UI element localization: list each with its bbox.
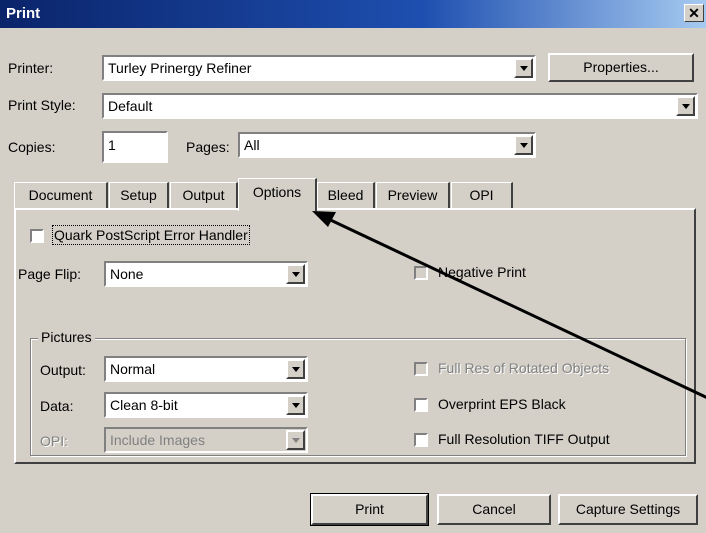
- print-style-label: Print Style:: [8, 97, 76, 113]
- print-label: Print: [355, 501, 384, 517]
- close-icon: ✕: [688, 5, 700, 21]
- tab-label: Bleed: [327, 187, 364, 203]
- tab-label: Setup: [120, 187, 157, 203]
- output-select[interactable]: Normal: [104, 356, 308, 382]
- print-dialog: Print ✕ Printer: Turley Prinergy Refiner…: [0, 0, 706, 533]
- full-res-rotated-checkbox: [414, 362, 428, 376]
- full-res-rotated-label: Full Res of Rotated Objects: [438, 360, 610, 376]
- overprint-eps-black-label: Overprint EPS Black: [438, 396, 566, 412]
- chevron-down-icon[interactable]: [286, 264, 305, 284]
- capture-settings-label: Capture Settings: [575, 501, 681, 517]
- page-flip-label: Page Flip:: [18, 266, 82, 282]
- printer-select[interactable]: Turley Prinergy Refiner: [102, 55, 536, 81]
- opi-label: OPI:: [40, 433, 69, 449]
- title-bar[interactable]: Print ✕: [0, 0, 706, 28]
- properties-button[interactable]: Properties...: [548, 53, 694, 82]
- tab-preview[interactable]: Preview: [376, 182, 450, 210]
- print-style-select[interactable]: Default: [102, 93, 698, 119]
- cancel-label: Cancel: [472, 501, 516, 517]
- tab-output[interactable]: Output: [170, 182, 238, 210]
- tab-label: OPI: [469, 187, 494, 203]
- pages-select[interactable]: All: [238, 132, 536, 158]
- tab-setup[interactable]: Setup: [109, 182, 169, 210]
- chevron-down-icon[interactable]: [676, 96, 695, 116]
- close-button[interactable]: ✕: [684, 4, 704, 22]
- chevron-down-icon: [286, 430, 305, 450]
- pages-label: Pages:: [186, 139, 230, 155]
- copies-input[interactable]: 1: [102, 131, 168, 163]
- tab-label: Preview: [387, 187, 438, 203]
- copies-value: 1: [108, 137, 116, 153]
- printer-label: Printer:: [8, 60, 54, 76]
- cancel-button[interactable]: Cancel: [437, 494, 551, 525]
- full-res-tiff-label: Full Resolution TIFF Output: [438, 431, 610, 447]
- chevron-down-icon[interactable]: [514, 135, 533, 155]
- copies-label: Copies:: [8, 139, 56, 155]
- page-flip-value: None: [110, 266, 144, 282]
- window-title: Print: [6, 5, 41, 22]
- tab-document[interactable]: Document: [14, 182, 108, 210]
- chevron-down-icon[interactable]: [514, 58, 533, 78]
- overprint-eps-black-checkbox[interactable]: [414, 398, 428, 412]
- properties-label: Properties...: [583, 59, 659, 75]
- quark-error-handler-checkbox[interactable]: [30, 229, 44, 243]
- opi-value: Include Images: [110, 432, 205, 448]
- tab-bleed[interactable]: Bleed: [317, 182, 375, 210]
- data-label: Data:: [40, 398, 74, 414]
- data-value: Clean 8-bit: [110, 397, 178, 413]
- print-style-value: Default: [108, 98, 153, 114]
- data-select[interactable]: Clean 8-bit: [104, 392, 308, 418]
- output-label: Output:: [40, 362, 86, 378]
- negative-print-label: Negative Print: [438, 264, 526, 280]
- chevron-down-icon[interactable]: [286, 395, 305, 415]
- tab-label: Options: [252, 184, 302, 200]
- pages-value: All: [244, 137, 260, 153]
- tab-label: Document: [28, 187, 93, 203]
- print-button[interactable]: Print: [310, 493, 429, 526]
- tab-label: Output: [182, 187, 225, 203]
- tab-options[interactable]: Options: [238, 178, 317, 211]
- printer-value: Turley Prinergy Refiner: [108, 60, 252, 76]
- chevron-down-icon[interactable]: [286, 359, 305, 379]
- capture-settings-button[interactable]: Capture Settings: [558, 494, 698, 525]
- tab-opi[interactable]: OPI: [451, 182, 513, 210]
- opi-select: Include Images: [104, 427, 308, 453]
- quark-error-handler-label[interactable]: Quark PostScript Error Handler: [52, 225, 250, 245]
- output-value: Normal: [110, 361, 156, 377]
- pictures-legend: Pictures: [38, 329, 95, 345]
- page-flip-select[interactable]: None: [104, 261, 308, 287]
- negative-print-checkbox[interactable]: [414, 266, 428, 280]
- full-res-tiff-checkbox[interactable]: [414, 433, 428, 447]
